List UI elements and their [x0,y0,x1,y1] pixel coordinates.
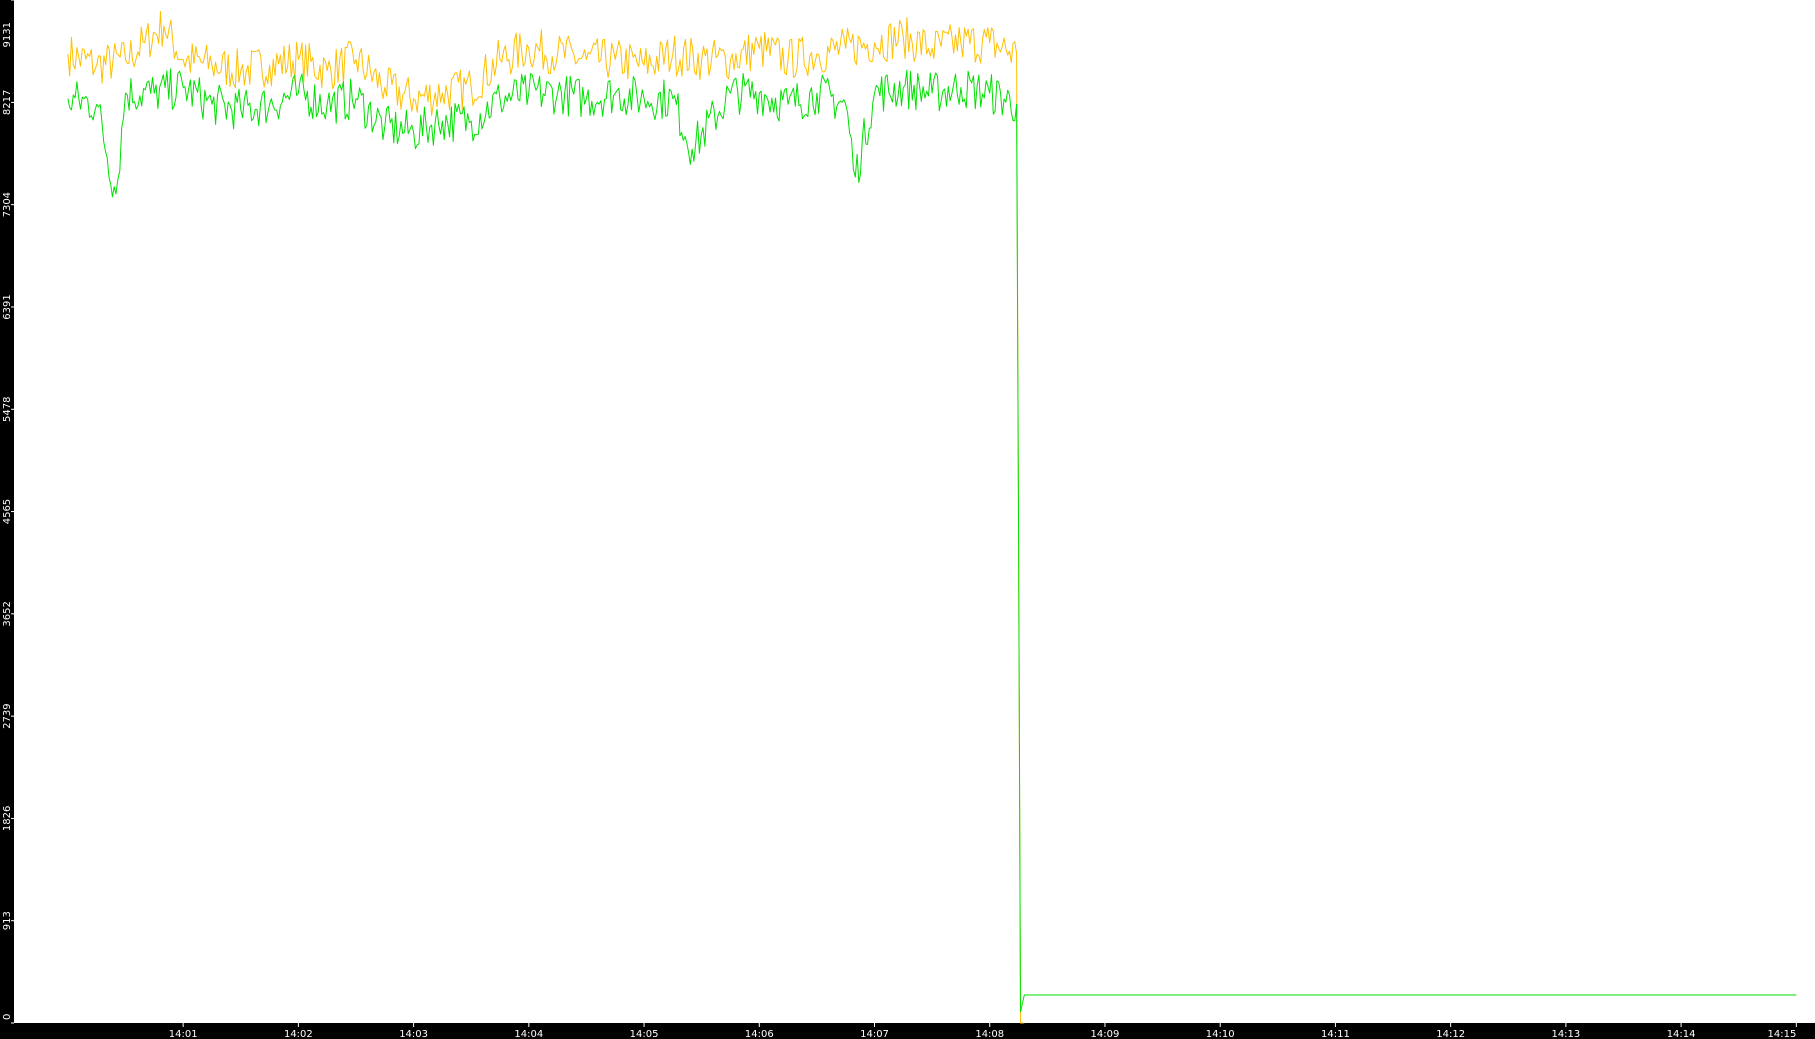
x-tick-label: 14:03 [399,1029,428,1039]
y-tick-label: 1826 [2,806,13,831]
x-tick-label: 14:14 [1667,1029,1696,1039]
y-tick-label: 3652 [2,601,13,626]
x-tick-label: 14:12 [1436,1029,1465,1039]
x-tick-label: 14:10 [1206,1029,1235,1039]
plot-area [14,0,1815,1023]
y-tick-label: 4565 [2,499,13,524]
x-tick-label: 14:13 [1551,1029,1580,1039]
x-tick-label: 14:07 [860,1029,889,1039]
y-tick-label: 0 [2,1014,13,1020]
x-tick-label: 14:04 [514,1029,543,1039]
y-tick-label: 9131 [2,22,13,47]
y-tick-label: 8217 [2,90,13,115]
x-tick-label: 14:11 [1321,1029,1350,1039]
y-tick-label: 2739 [2,703,13,728]
x-tick-label: 14:05 [630,1029,659,1039]
y-tick-label: 5478 [2,397,13,422]
x-tick-label: 14:15 [1768,1029,1797,1039]
x-tick-label: 14:02 [284,1029,313,1039]
y-tick-label: 6391 [2,294,13,319]
x-tick-label: 14:06 [745,1029,774,1039]
x-tick-label: 14:01 [169,1029,198,1039]
y-tick-label: 913 [2,911,13,930]
x-tick-label: 14:09 [1091,1029,1120,1039]
line-chart: 0 913 1826 2739 3652 4565 5478 6391 7304 8217 9131… [0,0,1815,1039]
y-tick-label: 7304 [2,192,13,217]
x-tick-label: 14:08 [975,1029,1004,1039]
